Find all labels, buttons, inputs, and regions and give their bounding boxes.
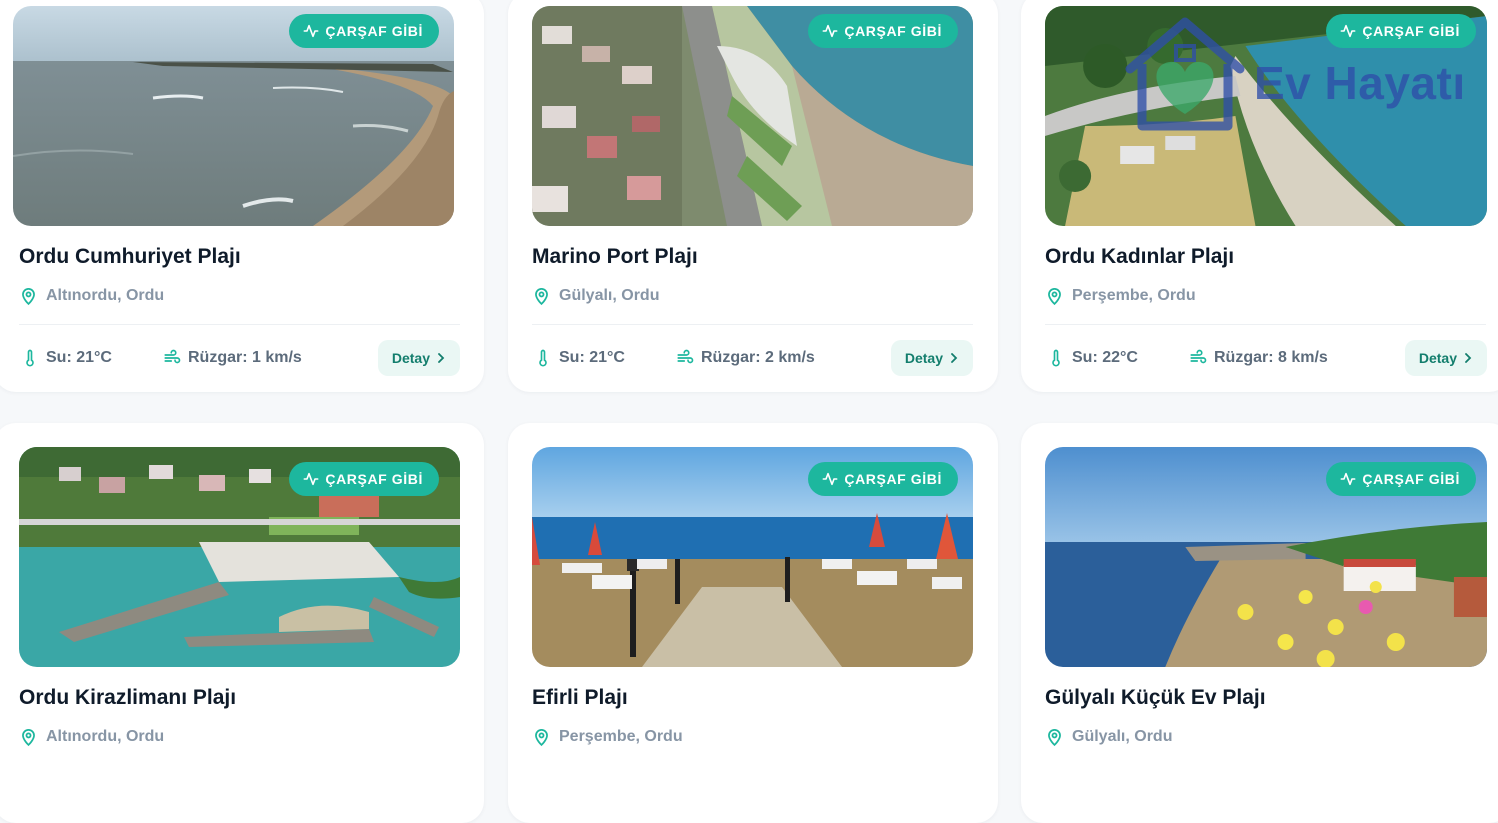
location-text: Gülyalı, Ordu xyxy=(559,287,660,304)
water-temp: Su: 21°C xyxy=(21,340,112,376)
map-pin-icon xyxy=(1048,729,1061,747)
beach-card[interactable]: Ev Hayatı ÇARŞAF GİBİ Ordu Kadınlar Plaj… xyxy=(1021,0,1498,392)
beach-card[interactable]: ÇARŞAF GİBİ Marino Port Plajı Gülyalı, O… xyxy=(508,0,998,392)
activity-icon xyxy=(822,24,838,38)
beach-card[interactable]: ÇARŞAF GİBİ Ordu Cumhuriyet Plajı Altıno… xyxy=(0,0,484,392)
wind-speed: Rüzgar: 8 km/s xyxy=(1189,340,1328,376)
map-pin-icon xyxy=(535,288,548,306)
water-temp: Su: 22°C xyxy=(1047,340,1138,376)
badge-label: ÇARŞAF GİBİ xyxy=(1362,23,1460,39)
water-temp-text: Su: 21°C xyxy=(559,349,625,366)
wind-speed-text: Rüzgar: 1 km/s xyxy=(188,349,302,366)
beach-title[interactable]: Efirli Plajı xyxy=(532,686,628,710)
map-pin-icon xyxy=(22,288,35,306)
location-text: Perşembe, Ordu xyxy=(1072,287,1196,304)
beach-title[interactable]: Ordu Kirazlimanı Plajı xyxy=(19,686,236,710)
chevron-right-icon xyxy=(438,353,445,363)
badge-label: ÇARŞAF GİBİ xyxy=(844,471,942,487)
activity-icon xyxy=(1340,472,1356,486)
map-pin-icon xyxy=(22,729,35,747)
badge-label: ÇARŞAF GİBİ xyxy=(325,23,423,39)
beach-location: Altınordu, Ordu xyxy=(19,286,164,306)
activity-icon xyxy=(303,24,319,38)
condition-badge: ÇARŞAF GİBİ xyxy=(808,14,958,48)
wind-speed: Rüzgar: 1 km/s xyxy=(163,340,302,376)
wind-icon xyxy=(677,349,694,364)
chevron-right-icon xyxy=(951,353,958,363)
beach-title[interactable]: Marino Port Plajı xyxy=(532,245,698,269)
wind-speed-text: Rüzgar: 8 km/s xyxy=(1214,349,1328,366)
chevron-right-icon xyxy=(1465,353,1472,363)
location-text: Perşembe, Ordu xyxy=(559,728,683,745)
location-text: Altınordu, Ordu xyxy=(46,728,165,745)
activity-icon xyxy=(303,472,319,486)
detail-button-label: Detay xyxy=(391,350,430,366)
detail-button-label: Detay xyxy=(904,350,943,366)
beach-card[interactable]: ÇARŞAF GİBİ Gülyalı Küçük Ev Plajı Gülya… xyxy=(1021,423,1498,823)
detail-button[interactable]: Detay xyxy=(1404,340,1487,376)
condition-badge: ÇARŞAF GİBİ xyxy=(1326,462,1476,496)
divider xyxy=(532,324,973,325)
divider xyxy=(1045,324,1486,325)
map-pin-icon xyxy=(535,729,548,747)
beach-stats: Su: 22°C Rüzgar: 8 km/s Detay xyxy=(1045,340,1487,376)
wind-icon xyxy=(164,349,181,364)
activity-icon xyxy=(1340,24,1356,38)
location-text: Altınordu, Ordu xyxy=(46,287,165,304)
detail-button-label: Detay xyxy=(1418,350,1457,366)
beach-stats: Su: 21°C Rüzgar: 2 km/s Detay xyxy=(532,340,973,376)
location-text: Gülyalı, Ordu xyxy=(1072,728,1173,745)
condition-badge: ÇARŞAF GİBİ xyxy=(289,462,439,496)
condition-badge: ÇARŞAF GİBİ xyxy=(289,14,439,48)
wind-speed: Rüzgar: 2 km/s xyxy=(676,340,815,376)
badge-label: ÇARŞAF GİBİ xyxy=(1362,471,1460,487)
thermometer-icon xyxy=(1052,349,1060,367)
beach-card[interactable]: ÇARŞAF GİBİ Ordu Kirazlimanı Plajı Altın… xyxy=(0,423,484,823)
beach-card[interactable]: ÇARŞAF GİBİ Efirli Plajı Perşembe, Ordu xyxy=(508,423,998,823)
beach-stats: Su: 21°C Rüzgar: 1 km/s Detay xyxy=(19,340,460,376)
beach-location: Gülyalı, Ordu xyxy=(1045,727,1172,747)
beach-location: Perşembe, Ordu xyxy=(1045,286,1196,306)
water-temp-text: Su: 22°C xyxy=(1072,349,1138,366)
detail-button[interactable]: Detay xyxy=(890,340,973,376)
wind-icon xyxy=(1190,349,1207,364)
thermometer-icon xyxy=(539,349,547,367)
beach-location: Perşembe, Ordu xyxy=(532,727,683,747)
beach-location: Gülyalı, Ordu xyxy=(532,286,659,306)
badge-label: ÇARŞAF GİBİ xyxy=(325,471,423,487)
beach-title[interactable]: Ordu Cumhuriyet Plajı xyxy=(19,245,241,269)
beach-location: Altınordu, Ordu xyxy=(19,727,164,747)
water-temp-text: Su: 21°C xyxy=(46,349,112,366)
detail-button[interactable]: Detay xyxy=(377,340,460,376)
divider xyxy=(19,324,460,325)
map-pin-icon xyxy=(1048,288,1061,306)
condition-badge: ÇARŞAF GİBİ xyxy=(1326,14,1476,48)
beach-title[interactable]: Gülyalı Küçük Ev Plajı xyxy=(1045,686,1266,710)
beach-title[interactable]: Ordu Kadınlar Plajı xyxy=(1045,245,1234,269)
condition-badge: ÇARŞAF GİBİ xyxy=(808,462,958,496)
thermometer-icon xyxy=(26,349,34,367)
beach-card-grid: ÇARŞAF GİBİ Ordu Cumhuriyet Plajı Altıno… xyxy=(0,0,1498,823)
activity-icon xyxy=(822,472,838,486)
badge-label: ÇARŞAF GİBİ xyxy=(844,23,942,39)
water-temp: Su: 21°C xyxy=(534,340,625,376)
wind-speed-text: Rüzgar: 2 km/s xyxy=(701,349,815,366)
